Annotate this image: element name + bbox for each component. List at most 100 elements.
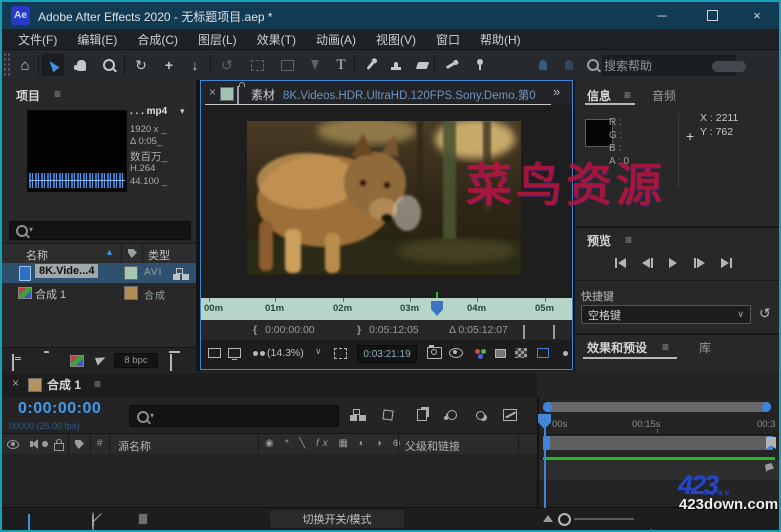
hand-tool-icon[interactable] (70, 54, 92, 76)
zoom-out-mountain-icon[interactable] (543, 515, 553, 522)
footage-playhead[interactable] (431, 301, 443, 316)
playhead-line[interactable] (544, 415, 546, 508)
frame-blending-icon[interactable] (412, 405, 432, 425)
column-source-name[interactable]: 源名称 (118, 438, 151, 454)
tab-library[interactable]: 库 (699, 339, 711, 356)
layer-switches-icons[interactable]: ◉ * ╲ fx ▦ ◐ ◑ ⊕ (265, 438, 405, 449)
reset-icon[interactable]: ↺ (759, 305, 771, 322)
menu-composition[interactable]: 合成(C) (127, 31, 188, 48)
tab-preview[interactable]: 预览 (587, 232, 611, 249)
shy-layers-icon[interactable] (470, 405, 490, 425)
show-snapshot-icon[interactable] (447, 344, 465, 362)
column-number[interactable]: # (97, 438, 103, 449)
sort-up-icon[interactable]: ▲ (105, 247, 114, 257)
zoom-tool-icon[interactable] (98, 54, 120, 76)
search-icon[interactable] (582, 54, 604, 76)
footage-time-ruler[interactable]: 00m 01m 02m 03m 04m 05m (201, 298, 572, 321)
comp-color-swatch[interactable] (124, 286, 138, 300)
timeline-time-ruler[interactable]: 00s 00:15s 00:3 (539, 415, 779, 435)
last-frame-button[interactable] (721, 258, 732, 268)
in-point-icon[interactable]: { (253, 324, 257, 336)
viewer-color-swatch[interactable] (220, 87, 234, 101)
tab-composition[interactable]: 合成 1 (47, 376, 81, 393)
maximize-button[interactable] (690, 2, 734, 29)
label-column-tag-icon[interactable] (75, 440, 84, 449)
close-button[interactable]: × (735, 2, 779, 29)
trash-icon[interactable] (170, 354, 172, 372)
tab-footage[interactable]: 素材 (251, 86, 275, 103)
next-frame-button[interactable] (694, 258, 705, 268)
puppet-pin-tool-icon[interactable] (469, 54, 491, 76)
footage-thumbnail[interactable] (27, 110, 127, 192)
magnification-chevron-icon[interactable]: ∨ (315, 346, 322, 357)
brush-tool-icon[interactable] (359, 54, 381, 76)
selection-tool-icon[interactable] (42, 54, 64, 76)
project-settings-icon[interactable] (95, 355, 107, 366)
transparency-grid-icon[interactable] (512, 344, 530, 362)
menu-edit[interactable]: 编辑(E) (67, 31, 127, 48)
expand-in-out-pane-icon[interactable] (138, 513, 148, 525)
current-time-display[interactable]: 0:00:00:00 (18, 400, 101, 418)
tab-info[interactable]: 信息 (587, 87, 611, 104)
work-area-bar[interactable] (543, 436, 773, 450)
audio-speaker-icon[interactable] (22, 437, 36, 451)
nav-cap-right[interactable] (762, 402, 771, 412)
info-panel-menu-icon[interactable]: ≡ (624, 88, 631, 102)
pen-tool-icon[interactable] (304, 54, 326, 76)
project-row-comp[interactable]: 合成 1 合成 (2, 283, 196, 303)
primary-viewer-icon[interactable] (225, 344, 243, 362)
close-tab-icon[interactable]: × (12, 376, 19, 390)
column-type[interactable]: 类型 (148, 247, 170, 263)
toolbar-pill[interactable] (712, 61, 746, 72)
zoom-in-mountain-icon[interactable] (644, 512, 658, 532)
timeline-split-divider[interactable] (537, 397, 539, 507)
pixel-aspect-correction-icon[interactable] (534, 344, 552, 362)
column-name[interactable]: 名称 (26, 247, 48, 263)
first-frame-button[interactable] (615, 258, 626, 268)
solo-icon[interactable] (38, 437, 52, 451)
minimize-button[interactable]: ─ (640, 2, 684, 29)
preview-panel-menu-icon[interactable]: ≡ (625, 233, 632, 247)
roto-brush-tool-icon[interactable] (439, 54, 461, 76)
dolly-camera-tool-icon[interactable]: ↓ (184, 54, 206, 76)
mini-flowchart-icon[interactable] (346, 405, 366, 425)
workspace-icon-a[interactable] (532, 54, 554, 76)
motion-blur-icon[interactable] (442, 405, 462, 425)
magnification-value[interactable]: (14.3%) (267, 347, 304, 359)
lock-icon[interactable] (237, 86, 239, 105)
timeline-zoom-slider-knob[interactable] (558, 513, 571, 526)
draft-3d-icon[interactable] (378, 405, 398, 425)
new-composition-icon[interactable] (70, 355, 84, 367)
layer-list-empty-area[interactable] (2, 454, 537, 507)
menu-effect[interactable]: 效果(T) (247, 31, 306, 48)
timeline-menu-icon[interactable]: ≡ (94, 377, 101, 391)
previous-frame-button[interactable] (642, 258, 653, 268)
close-tab-icon[interactable]: × (209, 85, 216, 99)
project-row-footage[interactable]: 8K.Vide...4 AVI (2, 263, 196, 283)
lock-column-icon[interactable] (52, 437, 66, 451)
always-preview-icon[interactable] (205, 344, 223, 362)
overlay-edit-icon[interactable] (553, 325, 555, 339)
flowchart-icon[interactable] (176, 268, 183, 274)
pan-camera-tool-icon[interactable]: + (158, 54, 180, 76)
expand-layer-switches-icon[interactable] (28, 515, 30, 532)
menu-file[interactable]: 文件(F) (8, 31, 67, 48)
viewer-current-time[interactable]: 0:03:21:19 (357, 345, 417, 363)
play-button[interactable] (669, 258, 677, 268)
out-point-icon[interactable]: } (357, 324, 361, 336)
graph-editor-icon[interactable] (500, 405, 520, 425)
text-tool-icon[interactable]: T (330, 54, 352, 76)
effects-panel-menu-icon[interactable]: ≡ (662, 340, 669, 354)
show-channel-icon[interactable] (471, 344, 489, 362)
expand-transfer-controls-icon[interactable] (92, 512, 94, 531)
menu-window[interactable]: 窗口 (426, 31, 470, 48)
clone-stamp-tool-icon[interactable] (385, 54, 407, 76)
project-search-field[interactable]: ▾ (9, 221, 191, 240)
bit-depth-button[interactable]: 8 bpc (114, 353, 158, 368)
tab-project[interactable]: 项目 (16, 87, 40, 104)
footage-info-caret-icon[interactable]: ▾ (180, 106, 185, 117)
video-eye-icon[interactable] (6, 437, 20, 451)
ripple-insert-edit-icon[interactable] (523, 325, 525, 339)
resolution-icon[interactable] (491, 344, 509, 362)
workspace-icon-b[interactable] (558, 54, 580, 76)
